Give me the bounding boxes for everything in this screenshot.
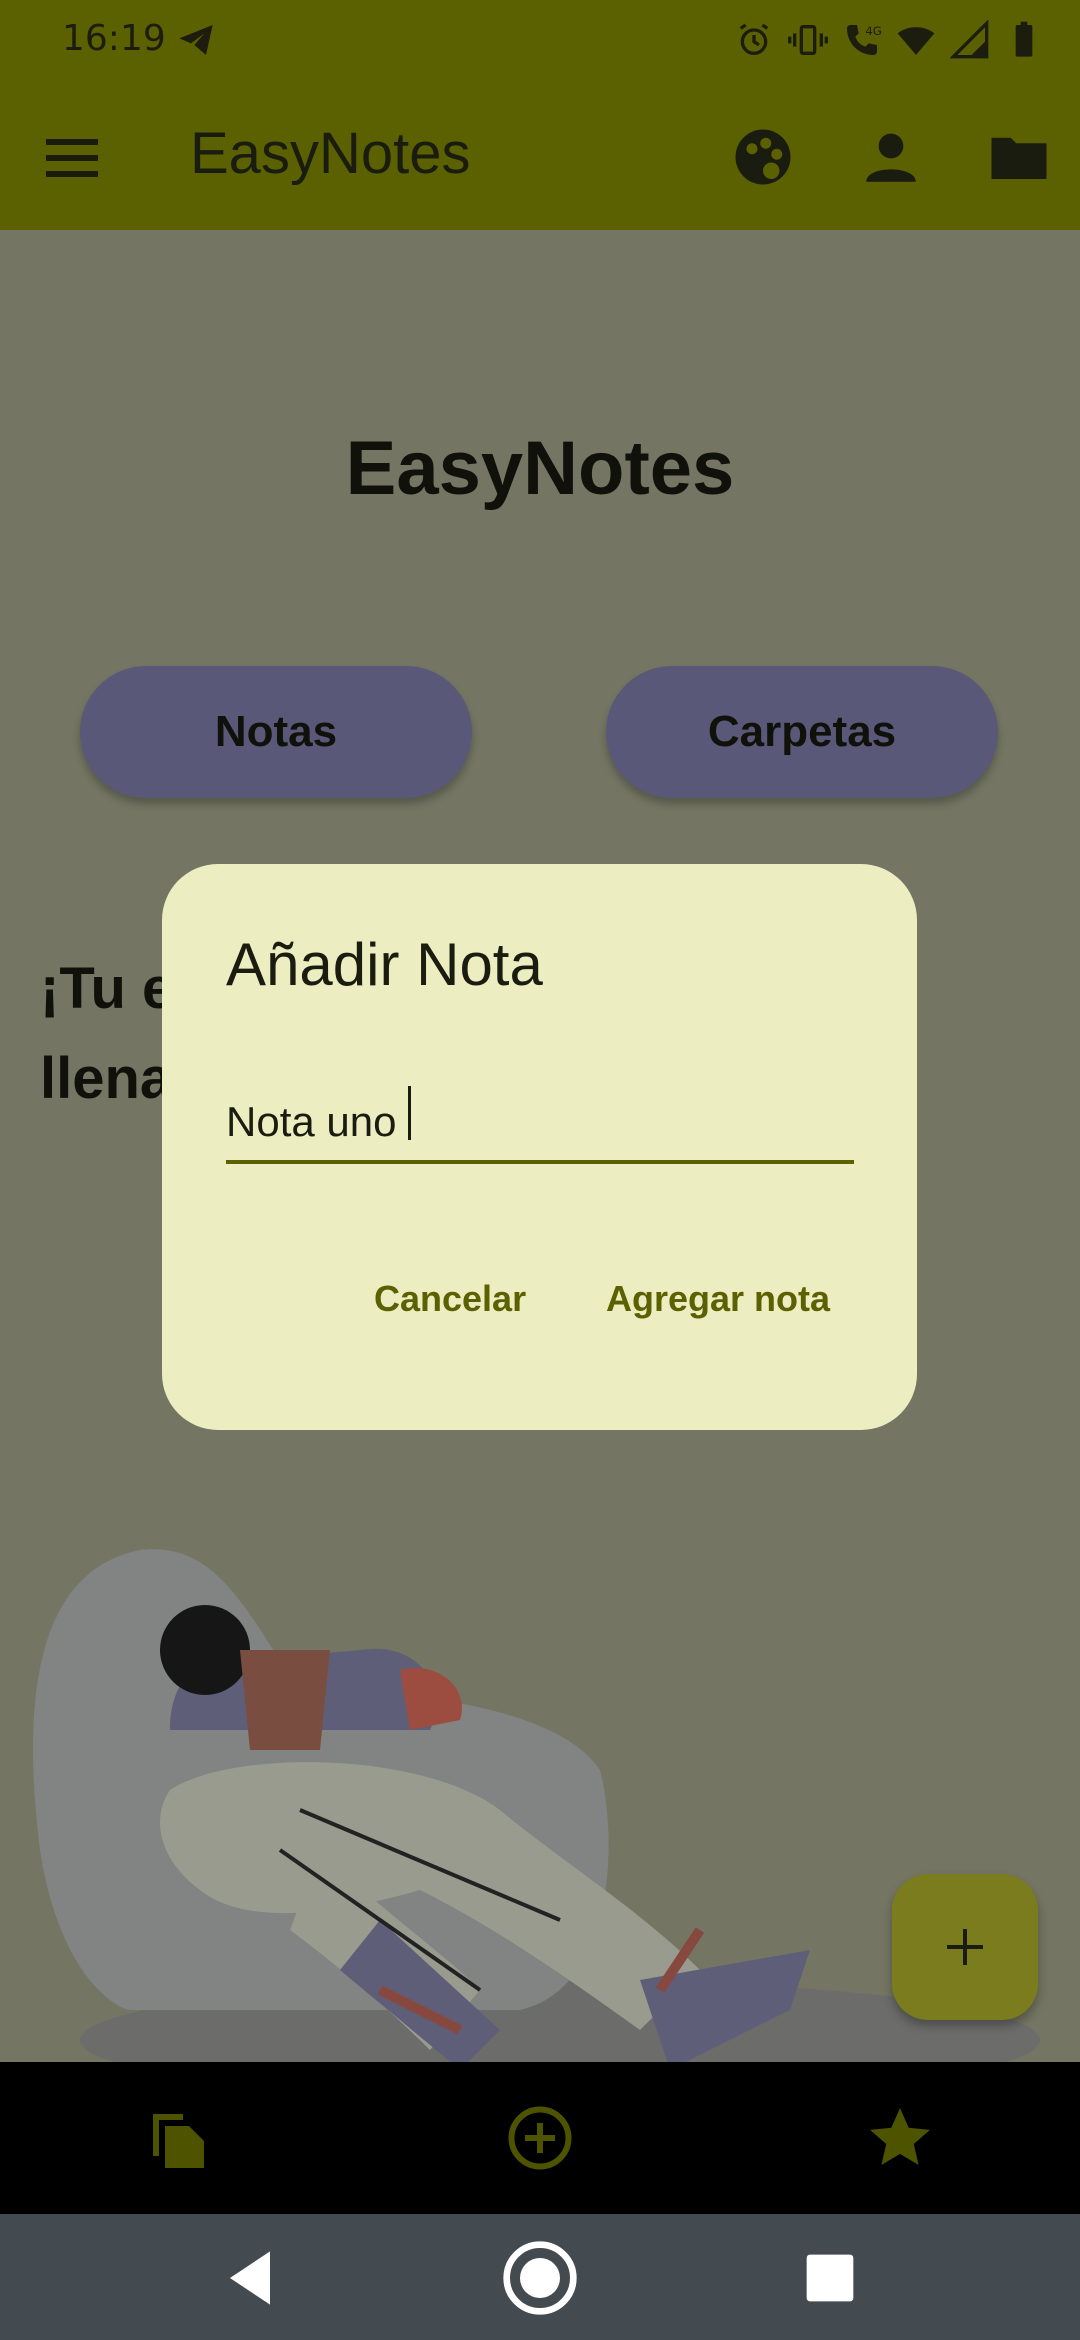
alarm-icon [739, 23, 769, 56]
folder-icon[interactable] [986, 124, 1052, 190]
note-title-input[interactable] [226, 1084, 854, 1164]
account-icon[interactable] [858, 124, 924, 190]
battery-icon [1015, 21, 1033, 57]
notas-button[interactable]: Notas [80, 666, 472, 798]
app-bar: EasyNotes [0, 84, 1080, 230]
notes-copy-icon[interactable] [144, 2102, 216, 2174]
home-icon[interactable] [500, 2238, 580, 2318]
back-icon[interactable] [210, 2238, 290, 2318]
recents-icon[interactable] [790, 2238, 870, 2318]
carpetas-button[interactable]: Carpetas [606, 666, 998, 798]
star-icon[interactable] [864, 2102, 936, 2174]
wifi-icon [897, 27, 935, 55]
status-bar: 16:19 4G [0, 0, 1080, 84]
add-circle-icon[interactable] [504, 2102, 576, 2174]
status-time: 16:19 [62, 18, 166, 59]
palette-icon[interactable] [730, 124, 796, 190]
plus-icon [947, 1929, 983, 1965]
add-fab[interactable] [892, 1874, 1038, 2020]
system-navigation [0, 2214, 1080, 2340]
telegram-icon [179, 25, 213, 55]
cancel-button[interactable]: Cancelar [374, 1278, 526, 1320]
page-title: EasyNotes [345, 426, 735, 511]
app-title: EasyNotes [190, 121, 471, 186]
bottom-navigation [0, 2062, 1080, 2214]
volte-call-icon: 4G [847, 24, 882, 55]
signal-icon [950, 20, 989, 59]
text-cursor [408, 1086, 411, 1140]
vibrate-icon [788, 25, 828, 55]
svg-text:4G: 4G [865, 24, 881, 38]
dialog-title: Añadir Nota [226, 931, 543, 998]
add-note-dialog: Añadir Nota Cancelar Agregar nota [162, 864, 917, 1430]
add-note-button[interactable]: Agregar nota [606, 1278, 830, 1320]
menu-icon[interactable] [46, 134, 98, 180]
